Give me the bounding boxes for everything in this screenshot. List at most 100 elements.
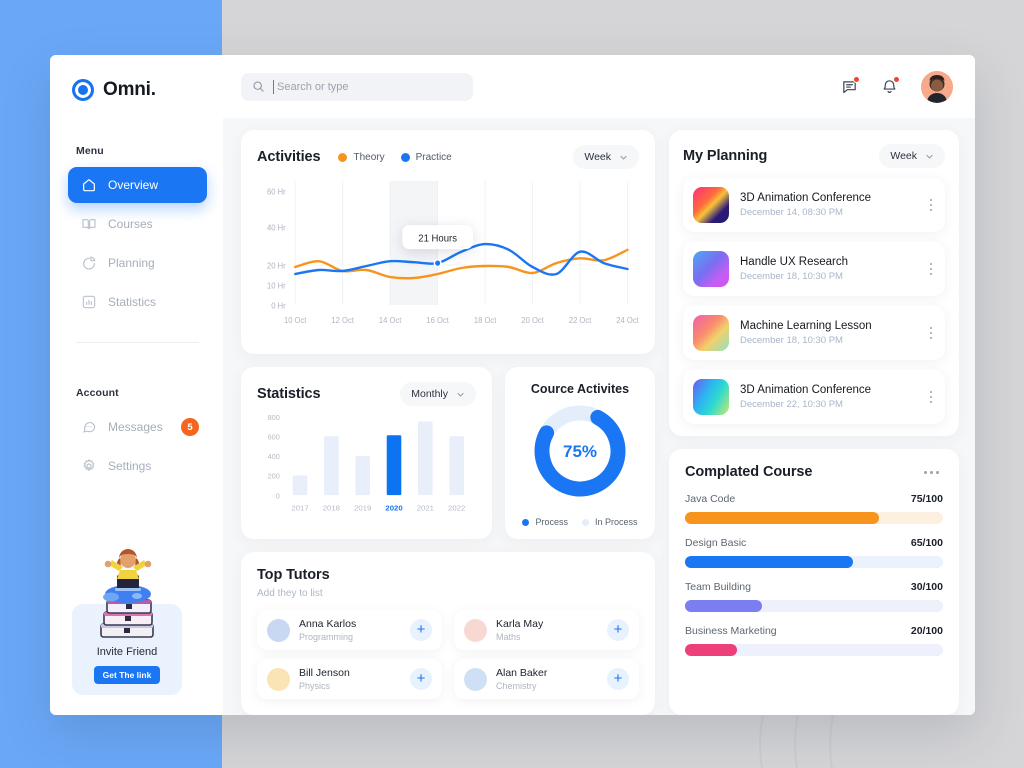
sidebar-item-settings[interactable]: Settings — [68, 448, 207, 484]
legend-label: In Process — [594, 517, 638, 527]
topbar — [223, 55, 975, 118]
svg-text:24 Oct: 24 Oct — [616, 316, 639, 325]
tutor-name: Bill Jenson — [299, 667, 350, 679]
planning-item-menu[interactable] — [927, 324, 936, 343]
legend-label: Practice — [415, 151, 452, 163]
planning-thumbnail — [693, 315, 729, 351]
sidebar-item-statistics[interactable]: Statistics — [68, 284, 207, 320]
planning-item[interactable]: Handle UX Research December 18, 10:30 PM — [683, 242, 945, 296]
svg-text:75%: 75% — [563, 442, 597, 461]
course-score: 30/100 — [910, 581, 943, 593]
statistics-range-dropdown[interactable]: Monthly — [400, 382, 476, 406]
statistics-row: Statistics Monthly 0 200 400 600 800 2017 2018… — [241, 367, 655, 539]
top-tutors-title: Top Tutors — [257, 567, 330, 583]
chat-bubble-icon — [83, 422, 96, 433]
course-activities-title: Cource Activites — [530, 382, 630, 396]
activities-line-chart: 0 Hr 10 Hr 20 Hr 40 Hr 60 Hr 10 Oct 12 Oct 14 O… — [267, 181, 640, 325]
messages-unread-dot — [853, 76, 860, 83]
course-progress-track — [685, 556, 943, 568]
sidebar: Omni. Menu Overview Courses Planning Sta… — [50, 55, 223, 715]
sidebar-item-courses[interactable]: Courses — [68, 206, 207, 242]
svg-text:600: 600 — [268, 432, 280, 441]
sidebar-item-label: Statistics — [108, 295, 157, 309]
course-progress-track — [685, 600, 943, 612]
svg-text:0 Hr: 0 Hr — [271, 301, 286, 310]
bar-chart-icon — [82, 295, 96, 309]
planning-item-menu[interactable] — [927, 196, 936, 215]
tutor-item[interactable]: Bill Jenson Physics + — [257, 659, 442, 699]
course-score: 20/100 — [910, 625, 943, 637]
sidebar-item-label: Planning — [108, 256, 155, 270]
add-tutor-button[interactable]: + — [410, 668, 432, 690]
course-progress-fill — [685, 644, 737, 656]
legend-item-theory: Theory — [338, 152, 385, 163]
sidebar-item-overview[interactable]: Overview — [68, 167, 207, 203]
course-progress-row: Java Code 75/100 — [685, 493, 943, 524]
sidebar-item-messages[interactable]: Messages 5 — [68, 409, 207, 445]
planning-item[interactable]: 3D Animation Conference December 22, 10:… — [683, 370, 945, 424]
sidebar-item-planning[interactable]: Planning — [68, 245, 207, 281]
course-activities-card: Cource Activites 75% Process In Process — [505, 367, 655, 539]
sidebar-item-label: Messages — [108, 420, 163, 434]
course-activities-donut: 75% — [534, 405, 626, 497]
top-tutors-grid: Anna Karlos Programming + Karla May Math… — [257, 610, 639, 699]
sidebar-section-menu: Menu — [76, 145, 104, 157]
svg-text:20 Hr: 20 Hr — [267, 261, 286, 270]
tutor-item[interactable]: Alan Baker Chemistry + — [454, 659, 639, 699]
legend-item-practice: Practice — [400, 151, 452, 163]
planning-item-time: December 18, 10:30 PM — [740, 271, 843, 282]
statistics-card: Statistics Monthly 0 200 400 600 800 2017 2018… — [241, 367, 492, 539]
statistics-range-label: Monthly — [411, 388, 448, 400]
search-icon — [253, 81, 264, 92]
messages-icon[interactable] — [841, 76, 860, 95]
course-name: Business Marketing — [685, 625, 777, 637]
home-icon — [83, 179, 95, 192]
tutor-item[interactable]: Karla May Maths + — [454, 610, 639, 650]
planning-range-dropdown[interactable]: Week — [879, 144, 945, 168]
ellipsis-icon[interactable] — [920, 467, 943, 478]
planning-item-time: December 18, 10:30 PM — [740, 335, 843, 346]
notification-bell-icon[interactable] — [881, 76, 900, 95]
planning-item[interactable]: Machine Learning Lesson December 18, 10:… — [683, 306, 945, 360]
search-input[interactable] — [273, 79, 462, 94]
legend-dot-theory — [338, 152, 348, 162]
girl-on-books-illustration — [100, 549, 154, 638]
tutor-item[interactable]: Anna Karlos Programming + — [257, 610, 442, 650]
planning-item-title: Machine Learning Lesson — [740, 320, 872, 332]
pie-chart-icon — [83, 256, 96, 270]
course-progress-row: Team Building 30/100 — [685, 581, 943, 612]
planning-item-time: December 14, 08:30 PM — [740, 207, 843, 218]
legend-dot-practice — [400, 152, 410, 162]
dashboard-content: Activities Theory Practice Week 0 Hr 10 … — [223, 118, 975, 715]
avatar[interactable] — [921, 70, 953, 103]
planning-item-menu[interactable] — [927, 388, 936, 407]
messages-badge: 5 — [181, 418, 199, 436]
planning-item-menu[interactable] — [927, 260, 936, 279]
invite-friend-block: Invite Friend Get The link — [72, 549, 182, 695]
topbar-actions — [841, 70, 953, 103]
app-logo[interactable]: Omni. — [50, 55, 223, 101]
planning-item-time: December 22, 10:30 PM — [740, 399, 843, 410]
tutor-avatar — [267, 618, 290, 642]
svg-text:800: 800 — [268, 413, 280, 422]
add-tutor-button[interactable]: + — [607, 668, 629, 690]
svg-text:2019: 2019 — [354, 504, 371, 513]
get-the-link-button[interactable]: Get The link — [93, 666, 161, 684]
course-progress-row: Design Basic 65/100 — [685, 537, 943, 568]
legend-item-in-process: In Process — [581, 517, 638, 527]
svg-text:400: 400 — [268, 452, 280, 461]
activities-range-dropdown[interactable]: Week — [573, 145, 639, 169]
sidebar-item-label: Overview — [108, 178, 159, 192]
svg-text:16 Oct: 16 Oct — [426, 316, 449, 325]
planning-item[interactable]: 3D Animation Conference December 14, 08:… — [683, 178, 945, 232]
tutor-name: Alan Baker — [496, 667, 548, 679]
add-tutor-button[interactable]: + — [410, 619, 432, 641]
sidebar-divider — [76, 342, 199, 343]
planning-thumbnail — [693, 379, 729, 415]
sidebar-item-label: Courses — [108, 217, 153, 231]
add-tutor-button[interactable]: + — [607, 619, 629, 641]
course-progress-track — [685, 512, 943, 524]
svg-text:2018: 2018 — [323, 504, 340, 513]
chevron-down-icon — [457, 392, 464, 396]
search-box[interactable] — [241, 72, 473, 101]
